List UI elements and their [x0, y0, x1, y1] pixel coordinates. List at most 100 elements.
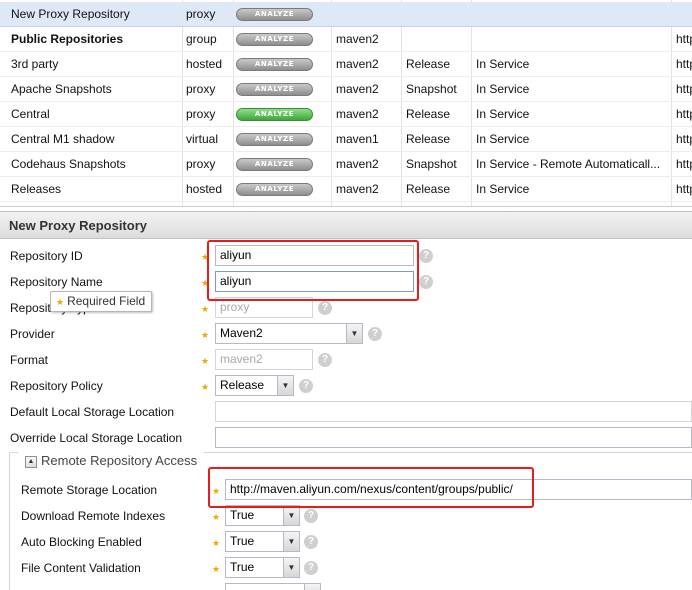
file-validation-select[interactable]: True ▼ [225, 557, 300, 578]
file-validation-value: True [230, 560, 255, 574]
help-icon[interactable]: ? [304, 535, 318, 549]
required-star-icon: ★ [212, 564, 221, 574]
collapse-icon[interactable]: ▲ [25, 456, 37, 468]
next-field-select[interactable]: ▼ [225, 583, 321, 590]
repository-name-cell: Public Repositories [11, 32, 124, 46]
repository-name-cell: Codehaus Snapshots [11, 157, 126, 171]
help-icon[interactable]: ? [318, 353, 332, 367]
table-row[interactable]: Central M1 shadow virtual maven1 Release In … [0, 127, 692, 152]
url-cell: http [676, 32, 692, 46]
url-cell: http [676, 182, 692, 196]
dropdown-arrow-icon[interactable]: ▼ [283, 532, 299, 551]
analyze-cell: ANALYZE [236, 8, 313, 21]
format-cell: maven1 [336, 132, 379, 146]
dropdown-arrow-icon[interactable]: ▼ [283, 558, 299, 577]
default-storage-label: Default Local Storage Location [10, 405, 175, 419]
format-cell: maven2 [336, 32, 379, 46]
repository-policy-select[interactable]: Release ▼ [215, 375, 294, 396]
table-row[interactable]: Releases hosted maven2 Release In Service htt… [0, 177, 692, 202]
repository-type-cell: proxy [186, 107, 216, 121]
auto-blocking-select[interactable]: True ▼ [225, 531, 300, 552]
help-icon[interactable]: ? [304, 509, 318, 523]
analyze-button[interactable]: ANALYZE [236, 183, 313, 196]
status-cell: In Service [476, 57, 530, 71]
format-label: Format [10, 353, 49, 367]
table-row[interactable]: Central proxy maven2 Release In Service http A… [0, 102, 692, 127]
repository-name-cell: Central [11, 107, 50, 121]
analyze-button[interactable]: ANALYZE [236, 133, 313, 146]
url-cell: http [676, 107, 692, 121]
override-storage-label: Override Local Storage Location [10, 431, 183, 445]
analyze-button[interactable]: ANALYZE [236, 8, 313, 21]
policy-cell: Release [406, 132, 451, 146]
analyze-button[interactable]: ANALYZE [236, 33, 313, 46]
highlight-box [208, 467, 534, 508]
repository-policy-label: Repository Policy [10, 379, 103, 393]
default-storage-input [215, 401, 692, 422]
analyze-cell: ANALYZE [236, 158, 313, 171]
url-cell: http [676, 132, 692, 146]
provider-select[interactable]: Maven2 ▼ [215, 323, 363, 344]
repository-name-label: Repository Name [10, 275, 103, 289]
analyze-cell: ANALYZE [236, 83, 313, 96]
help-icon[interactable]: ? [304, 561, 318, 575]
policy-cell: Snapshot [406, 82, 457, 96]
help-icon[interactable]: ? [299, 379, 313, 393]
required-star-icon: ★ [201, 382, 210, 392]
format-cell: maven2 [336, 82, 379, 96]
help-icon[interactable]: ? [318, 301, 332, 315]
analyze-button[interactable]: ANALYZE [236, 83, 313, 96]
policy-cell: Snapshot [406, 157, 457, 171]
required-star-icon: ★ [212, 512, 221, 522]
table-row[interactable]: 3rd party hosted maven2 Release In Service ht… [0, 52, 692, 77]
repository-type-cell: proxy [186, 7, 216, 21]
analyze-button[interactable]: ANALYZE [236, 58, 313, 71]
required-star-icon: ★ [201, 330, 210, 340]
help-icon[interactable]: ? [419, 275, 433, 289]
format-cell: maven2 [336, 157, 379, 171]
remote-storage-label: Remote Storage Location [21, 483, 158, 497]
format-cell: maven2 [336, 57, 379, 71]
repository-name-cell: Releases [11, 182, 62, 196]
status-cell: In Service [476, 107, 530, 121]
download-indexes-select[interactable]: True ▼ [225, 505, 300, 526]
provider-label: Provider [10, 327, 55, 341]
analyze-cell: ANALYZE [236, 133, 313, 146]
repository-type-cell: hosted [186, 57, 223, 71]
repository-policy-value: Release [220, 378, 265, 392]
help-icon[interactable]: ? [419, 249, 433, 263]
repository-type-cell: group [186, 32, 217, 46]
auto-blocking-value: True [230, 534, 255, 548]
table-row[interactable]: Codehaus Snapshots proxy maven2 Snapshot In … [0, 152, 692, 177]
dropdown-arrow-icon[interactable]: ▼ [283, 506, 299, 525]
dropdown-arrow-icon[interactable]: ▼ [277, 376, 293, 395]
dropdown-arrow-icon[interactable]: ▼ [304, 584, 320, 590]
analyze-button[interactable]: ANALYZE [236, 158, 313, 171]
required-star-icon: ★ [201, 356, 210, 366]
download-indexes-label: Download Remote Indexes [21, 509, 166, 523]
repository-name-cell: 3rd party [11, 57, 59, 71]
table-row[interactable]: Apache Snapshots proxy maven2 Snapshot In Se… [0, 77, 692, 102]
repository-type-cell: virtual [186, 132, 219, 146]
required-star-icon: ★ [212, 538, 221, 548]
override-storage-input[interactable] [215, 427, 692, 448]
help-icon[interactable]: ? [368, 327, 382, 341]
dropdown-arrow-icon[interactable]: ▼ [346, 324, 362, 343]
table-row[interactable]: New Proxy Repository proxy ANALYZE [0, 2, 692, 27]
status-cell: In Service [476, 132, 530, 146]
required-field-tooltip: ★ Required Field [50, 291, 153, 312]
repository-type-cell: proxy [186, 157, 216, 171]
table-row[interactable]: Public Repositories group maven2 http ANALYZ… [0, 27, 692, 52]
url-cell: http [676, 157, 692, 171]
repository-name-cell: Central M1 shadow [11, 132, 115, 146]
status-cell: In Service [476, 182, 530, 196]
format-cell: maven2 [336, 182, 379, 196]
analyze-button[interactable]: ANALYZE [236, 108, 313, 121]
tooltip-text: Required Field [67, 294, 146, 308]
url-cell: http [676, 57, 692, 71]
auto-blocking-label: Auto Blocking Enabled [21, 535, 142, 549]
analyze-cell: ANALYZE [236, 108, 313, 121]
repositories-grid: New Proxy Repository proxy ANALYZE Public R… [0, 0, 692, 207]
remote-section-title: Remote Repository Access [41, 453, 198, 468]
policy-cell: Release [406, 57, 451, 71]
